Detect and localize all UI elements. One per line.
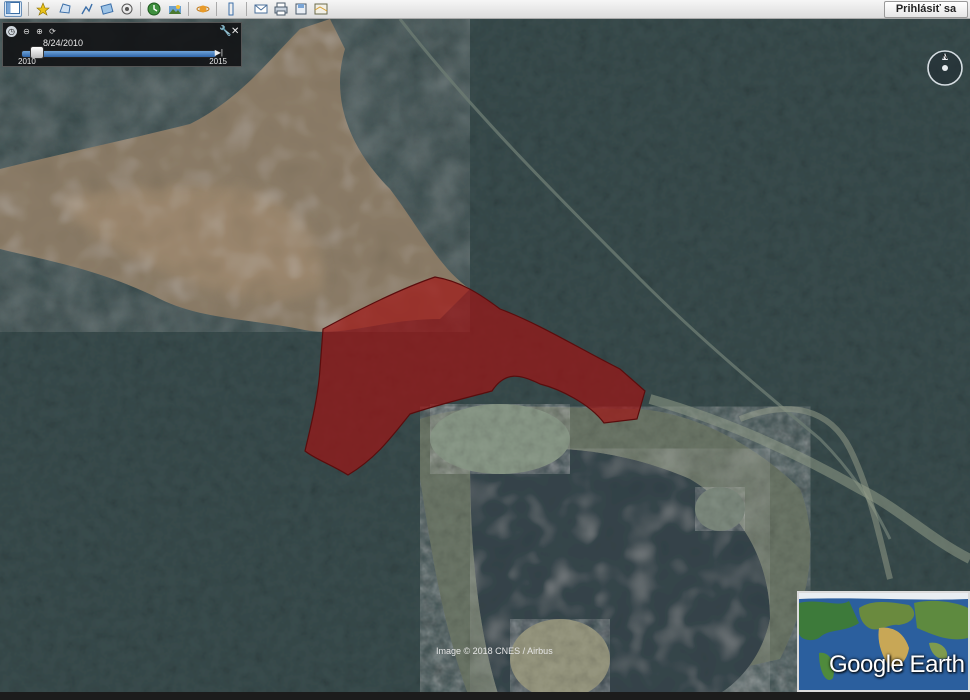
ruler-icon[interactable]: [222, 1, 240, 17]
sign-in-button[interactable]: Prihlásiť sa: [884, 1, 968, 18]
overview-map[interactable]: Google Earth: [797, 591, 970, 692]
compass[interactable]: N: [925, 48, 965, 88]
zoom-out-time-icon[interactable]: ⊖: [21, 26, 32, 37]
historical-imagery-icon[interactable]: [145, 1, 163, 17]
toolbar-separator: [246, 2, 247, 16]
marsh-patch: [695, 487, 745, 531]
view-in-maps-icon[interactable]: [312, 1, 330, 17]
wrench-icon[interactable]: 🔧: [219, 26, 231, 37]
sunlight-icon[interactable]: [166, 1, 184, 17]
planets-icon[interactable]: [194, 1, 212, 17]
status-bar: [0, 692, 970, 700]
sidebar-icon[interactable]: [4, 1, 22, 17]
toolbar-separator: [28, 2, 29, 16]
save-image-icon[interactable]: [292, 1, 310, 17]
historical-imagery-slider: ◷ ⊖ ⊕ ⟳ 🔧 ✕ 8/24/2010 ▶| 2010 2015: [2, 22, 242, 67]
imagery-credit: Image © 2018 CNES / Airbus: [436, 646, 553, 656]
toolbar-separator: [188, 2, 189, 16]
play-icon[interactable]: ▶|: [215, 48, 223, 57]
refresh-icon[interactable]: ⟳: [47, 26, 58, 37]
toolbar-separator: [216, 2, 217, 16]
tour-icon[interactable]: [118, 1, 136, 17]
marsh-patch: [430, 404, 570, 474]
compass-north-label: N: [942, 54, 947, 61]
toolbar: Prihlásiť sa: [0, 0, 970, 19]
slider-end-year: 2015: [209, 57, 227, 66]
close-icon[interactable]: ✕: [231, 26, 239, 37]
polygon-icon[interactable]: [56, 1, 74, 17]
print-icon[interactable]: [272, 1, 290, 17]
toolbar-separator: [140, 2, 141, 16]
zoom-in-time-icon[interactable]: ⊕: [34, 26, 45, 37]
email-icon[interactable]: [252, 1, 270, 17]
overlay-icon[interactable]: [98, 1, 116, 17]
time-track[interactable]: [21, 50, 217, 58]
google-earth-logo: Google Earth: [829, 651, 965, 678]
slider-start-year: 2010: [18, 57, 36, 66]
clock-icon[interactable]: ◷: [6, 26, 17, 37]
current-date: 8/24/2010: [43, 38, 84, 48]
sand-patch: [510, 619, 610, 699]
path-icon[interactable]: [78, 1, 96, 17]
placemark-icon[interactable]: [34, 1, 52, 17]
